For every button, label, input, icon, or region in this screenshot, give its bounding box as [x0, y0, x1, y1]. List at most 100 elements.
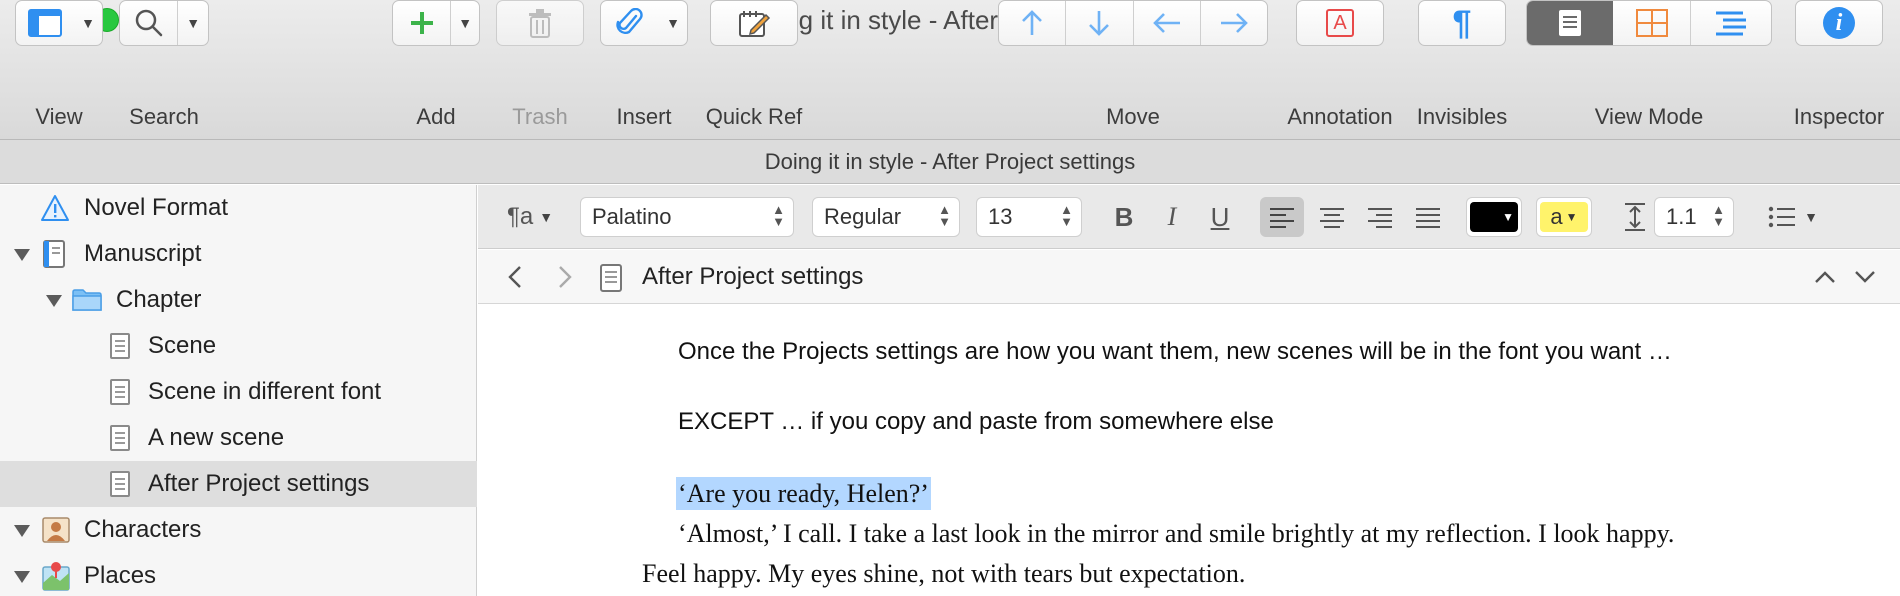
- font-size-field[interactable]: 13 ▲ ▼: [976, 197, 1082, 237]
- editor-paragraph: EXCEPT … if you copy and paste from some…: [678, 408, 1274, 435]
- move-label: Move: [1106, 104, 1160, 129]
- project-path-bar: Doing it in style - After Project settin…: [0, 140, 1900, 184]
- move-left-button[interactable]: [1134, 1, 1200, 45]
- move-button-group: [998, 0, 1268, 46]
- paragraph-style-icon: ¶a: [506, 203, 534, 230]
- disclosure-triangle-icon[interactable]: [46, 295, 62, 307]
- editor-paragraph: ‘Almost,’ I call. I take a last look in …: [678, 519, 1675, 548]
- arrow-up-icon: [1022, 10, 1043, 35]
- insert-button[interactable]: ▼: [600, 0, 688, 46]
- chevron-left-icon: [508, 266, 521, 288]
- binder-item-a-new-scene[interactable]: A new scene: [0, 415, 477, 461]
- inspector-label: Inspector: [1793, 104, 1885, 129]
- quick-ref-label: Quick Ref: [705, 104, 803, 129]
- view-button[interactable]: ▼: [15, 0, 103, 46]
- view-label: View: [35, 104, 83, 129]
- corkboard-grid-icon: [1635, 9, 1668, 37]
- quick-ref-button[interactable]: [710, 0, 798, 46]
- document-mode-icon: [1558, 10, 1581, 36]
- title-bar: SDoing it in style - After Project setti…: [0, 0, 1900, 140]
- outline-list-icon: [1716, 11, 1747, 36]
- add-label: Add: [416, 104, 456, 129]
- invisibles-button[interactable]: ¶: [1418, 0, 1506, 46]
- scrivenings-mode-button[interactable]: [1527, 1, 1613, 45]
- binder-item-places[interactable]: Places: [0, 553, 477, 596]
- align-center-icon: [1320, 208, 1344, 228]
- move-down-button[interactable]: [1066, 1, 1132, 45]
- annotation-button[interactable]: A: [1296, 0, 1384, 46]
- layout-view-icon: [28, 9, 62, 37]
- stepper-arrows-icon: ▲ ▼: [1712, 202, 1725, 229]
- navigate-back-button[interactable]: [500, 262, 530, 292]
- paragraph-styles-button[interactable]: ¶a ▼: [500, 197, 560, 237]
- binder-item-after-project-settings[interactable]: After Project settings: [0, 461, 477, 507]
- binder-item-manuscript[interactable]: Manuscript: [0, 231, 477, 277]
- move-up-button[interactable]: [999, 1, 1065, 45]
- align-right-button[interactable]: [1358, 197, 1402, 237]
- list-format-button[interactable]: ▼: [1758, 197, 1828, 237]
- binder-item-chapter[interactable]: Chapter: [0, 277, 477, 323]
- page-icon: [110, 379, 130, 405]
- bold-button[interactable]: B: [1104, 197, 1144, 237]
- search-label: Search: [129, 104, 199, 129]
- font-style-select[interactable]: Regular ▲ ▼: [812, 197, 960, 237]
- binder-item-characters[interactable]: Characters: [0, 507, 477, 553]
- binder-item-novel-format[interactable]: Novel Format: [0, 185, 477, 231]
- chevron-down-icon[interactable]: ▼: [178, 1, 208, 45]
- outliner-mode-button[interactable]: [1691, 1, 1771, 45]
- font-family-select[interactable]: Palatino ▲ ▼: [580, 197, 794, 237]
- text-color-swatch: ▼: [1470, 202, 1518, 232]
- chevron-down-icon[interactable]: ▼: [74, 1, 102, 45]
- trash-label: Trash: [512, 104, 568, 129]
- binder-item-scene-different-font[interactable]: Scene in different font: [0, 369, 477, 415]
- trash-button[interactable]: [496, 0, 584, 46]
- disclosure-triangle-icon[interactable]: [14, 571, 30, 583]
- manuscript-icon: [43, 240, 65, 268]
- warning-icon: [41, 195, 69, 221]
- chevron-down-icon[interactable]: ▼: [451, 1, 479, 45]
- annotation-label: Annotation: [1287, 104, 1393, 129]
- search-button[interactable]: ▼: [119, 0, 209, 46]
- chevron-down-icon: ▼: [1804, 209, 1818, 225]
- add-button[interactable]: ▼: [392, 0, 480, 46]
- disclosure-triangle-icon[interactable]: [14, 525, 30, 537]
- align-justify-icon: [1416, 208, 1440, 228]
- chevron-down-icon: ▼: [1502, 210, 1514, 224]
- invisibles-label: Invisibles: [1416, 104, 1508, 129]
- characters-icon: [42, 517, 70, 543]
- line-spacing-field[interactable]: 1.1 ▲ ▼: [1654, 197, 1734, 237]
- view-mode-label: View Mode: [1594, 104, 1704, 129]
- line-spacing-icon: [1620, 197, 1650, 237]
- text-editor[interactable]: Once the Projects settings are how you w…: [478, 305, 1900, 596]
- align-center-button[interactable]: [1310, 197, 1354, 237]
- document-title: After Project settings: [642, 263, 864, 290]
- view-mode-group: [1526, 0, 1772, 46]
- annotation-icon: A: [1326, 9, 1354, 37]
- next-document-button[interactable]: [1850, 264, 1880, 290]
- move-right-button[interactable]: [1201, 1, 1267, 45]
- inspector-button[interactable]: i: [1795, 0, 1883, 46]
- arrow-left-icon: [1152, 13, 1180, 33]
- quick-reference-icon: [739, 11, 771, 37]
- editor-paragraph: Once the Projects settings are how you w…: [678, 338, 1672, 365]
- disclosure-triangle-icon[interactable]: [14, 249, 30, 261]
- chevron-right-icon: [559, 266, 572, 288]
- italic-button[interactable]: I: [1152, 197, 1192, 237]
- align-left-button[interactable]: [1260, 197, 1304, 237]
- align-justify-button[interactable]: [1406, 197, 1450, 237]
- format-bar: ¶a ▼ Palatino ▲ ▼ Regular ▲ ▼ 13 ▲ ▼ B I U …: [478, 185, 1900, 249]
- navigate-forward-button[interactable]: [550, 262, 580, 292]
- chevron-down-icon[interactable]: ▼: [659, 1, 687, 45]
- underline-button[interactable]: U: [1200, 197, 1240, 237]
- binder-item-scene[interactable]: Scene: [0, 323, 477, 369]
- chevron-down-icon: ▼: [1565, 210, 1578, 224]
- document-icon: [600, 264, 622, 292]
- highlight-color-button[interactable]: a ▼: [1536, 197, 1592, 237]
- corkboard-mode-button[interactable]: [1613, 1, 1691, 45]
- previous-document-button[interactable]: [1810, 264, 1840, 290]
- text-color-button[interactable]: ▼: [1466, 197, 1522, 237]
- info-icon: i: [1823, 7, 1855, 39]
- arrow-down-icon: [1089, 11, 1110, 36]
- stepper-arrows-icon: ▲ ▼: [772, 202, 785, 229]
- chevron-down-icon: ▼: [539, 209, 554, 225]
